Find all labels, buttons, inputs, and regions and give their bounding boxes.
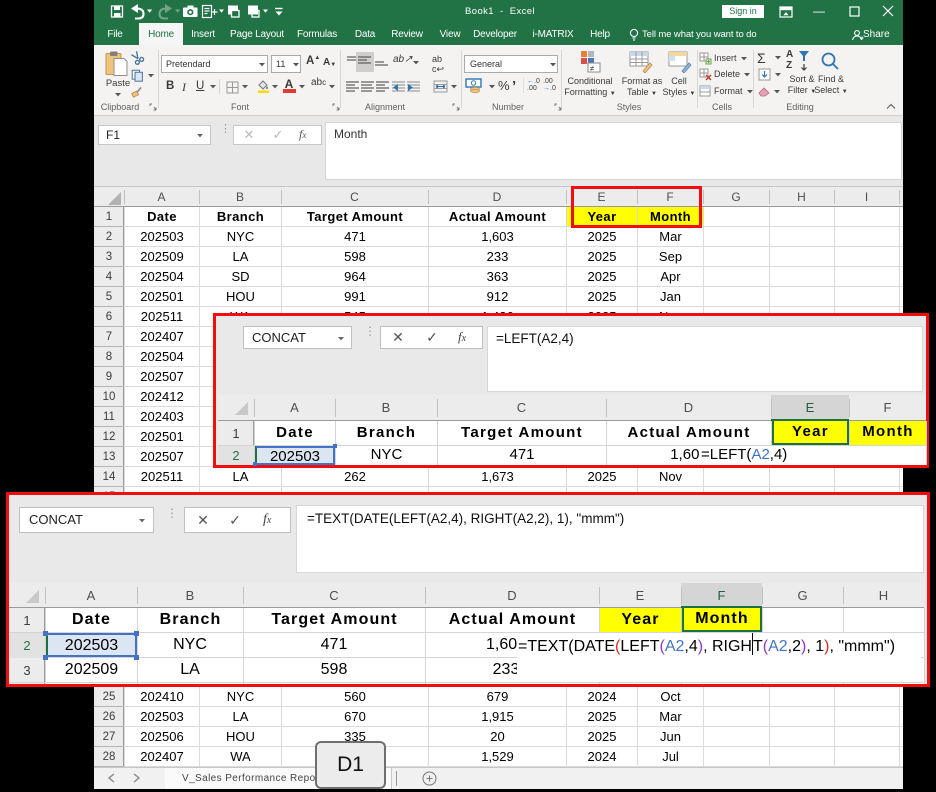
svg-text:≠: ≠ — [590, 64, 595, 73]
